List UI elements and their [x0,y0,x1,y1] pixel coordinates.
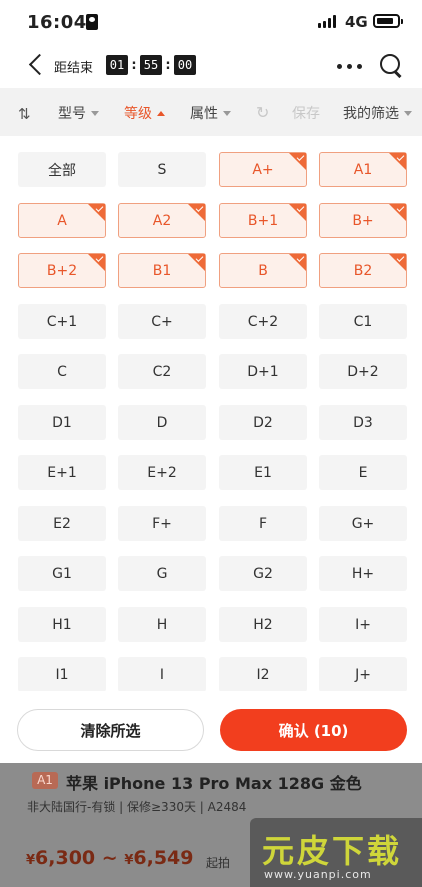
action-bar: 清除所选 确认 (10) [0,691,422,763]
grade-option[interactable]: E [319,455,407,490]
product-price: ¥6,300 ~ ¥6,549 [26,847,193,869]
nav-bar: 距结束 01 : 55 : 00 [0,44,422,88]
grade-option[interactable]: D+2 [319,354,407,389]
grade-option[interactable]: D3 [319,405,407,440]
countdown-minutes: 55 [140,55,162,75]
grade-option[interactable]: 全部 [18,152,106,187]
grade-option[interactable]: H+ [319,556,407,591]
grade-option[interactable]: H2 [219,607,307,642]
countdown-label: 距结束 [54,61,94,76]
grade-option[interactable]: D1 [18,405,106,440]
price-high: 6,549 [133,847,194,869]
chevron-up-icon [157,110,165,116]
product-subtitle: 非大陆国行-有锁 | 保修≥330天 | A2484 [27,800,247,814]
clear-selection-button[interactable]: 清除所选 [17,709,204,751]
grade-option[interactable]: B+ [319,203,407,238]
network-label: 4G [345,13,368,31]
grade-option[interactable]: B+2 [18,253,106,288]
grade-option[interactable]: D+1 [219,354,307,389]
confirm-button[interactable]: 确认 (10) [220,709,407,751]
filter-save[interactable]: 保存 [292,103,320,123]
search-icon[interactable] [378,52,404,78]
battery-icon [373,14,403,28]
chevron-down-icon [91,110,99,116]
countdown-separator: : [165,57,171,73]
chevron-down-icon [223,110,231,116]
filter-bar: 型号 等级 属性 ↻ 保存 我的筛选 [0,88,422,136]
grade-option[interactable]: S [118,152,206,187]
chevron-down-icon [404,110,412,116]
grade-option[interactable]: E+1 [18,455,106,490]
status-time: 16:04 [27,12,87,33]
grade-option[interactable]: G1 [18,556,106,591]
more-icon[interactable] [337,64,363,70]
grade-option[interactable]: A1 [319,152,407,187]
grade-option[interactable]: C2 [118,354,206,389]
grade-option[interactable]: F+ [118,506,206,541]
grade-option[interactable]: I2 [219,657,307,691]
grade-option[interactable]: F [219,506,307,541]
watermark-url: www.yuanpi.com [264,868,372,881]
grade-option[interactable]: G+ [319,506,407,541]
filter-attribute-label: 属性 [190,106,218,122]
grade-option[interactable]: B [219,253,307,288]
grade-option[interactable]: H1 [18,607,106,642]
grade-option[interactable]: E2 [18,506,106,541]
reset-icon[interactable]: ↻ [256,103,269,122]
filter-my-filters[interactable]: 我的筛选 [343,103,412,123]
grade-option[interactable]: D [118,405,206,440]
person-icon [86,14,98,30]
grade-option[interactable]: A2 [118,203,206,238]
signal-icon [318,15,338,28]
countdown-timer: 01 : 55 : 00 [106,55,196,75]
filter-grade-label: 等级 [124,106,152,122]
back-icon[interactable] [28,54,46,76]
countdown-separator: : [131,57,137,73]
grade-option[interactable]: B+1 [219,203,307,238]
watermark: 元皮下载 www.yuanpi.com [250,818,422,887]
grade-option[interactable]: E1 [219,455,307,490]
grade-option[interactable]: B2 [319,253,407,288]
filter-model[interactable]: 型号 [58,103,99,123]
grade-option[interactable]: J+ [319,657,407,691]
filter-my-filters-label: 我的筛选 [343,106,399,122]
countdown-hours: 01 [106,55,128,75]
product-title: 苹果 iPhone 13 Pro Max 128G 金色 [66,774,362,793]
grade-option[interactable]: I [118,657,206,691]
grade-option[interactable]: H [118,607,206,642]
filter-save-label: 保存 [292,106,320,122]
sort-icon[interactable] [18,104,32,120]
watermark-text: 元皮下载 [262,832,403,870]
price-low: 6,300 [35,847,96,869]
grade-option[interactable]: B1 [118,253,206,288]
grade-option[interactable]: C+1 [18,304,106,339]
grade-option[interactable]: G2 [219,556,307,591]
grade-option[interactable]: I1 [18,657,106,691]
filter-model-label: 型号 [58,106,86,122]
grade-option[interactable]: G [118,556,206,591]
filter-grade[interactable]: 等级 [124,103,165,123]
grade-option[interactable]: I+ [319,607,407,642]
filter-attribute[interactable]: 属性 [190,103,231,123]
grade-option[interactable]: C+ [118,304,206,339]
grade-option[interactable]: C+2 [219,304,307,339]
start-label: 起拍 [206,856,231,870]
product-grade-badge: A1 [32,772,58,789]
grade-panel: 全部 S A+ A1 A A2 B+1 B+ B+2 B1 B B2 C+1 C+ C+2 C1 C C2 D+1 D… [0,136,422,691]
grade-option[interactable]: A [18,203,106,238]
currency-symbol: ¥ [26,853,36,868]
status-bar: 16:04 4G [0,0,422,44]
grade-option[interactable]: E+2 [118,455,206,490]
grade-option[interactable]: D2 [219,405,307,440]
price-separator: ~ [101,847,118,869]
countdown-seconds: 00 [174,55,196,75]
grade-option[interactable]: C [18,354,106,389]
grade-option[interactable]: C1 [319,304,407,339]
grade-option[interactable]: A+ [219,152,307,187]
